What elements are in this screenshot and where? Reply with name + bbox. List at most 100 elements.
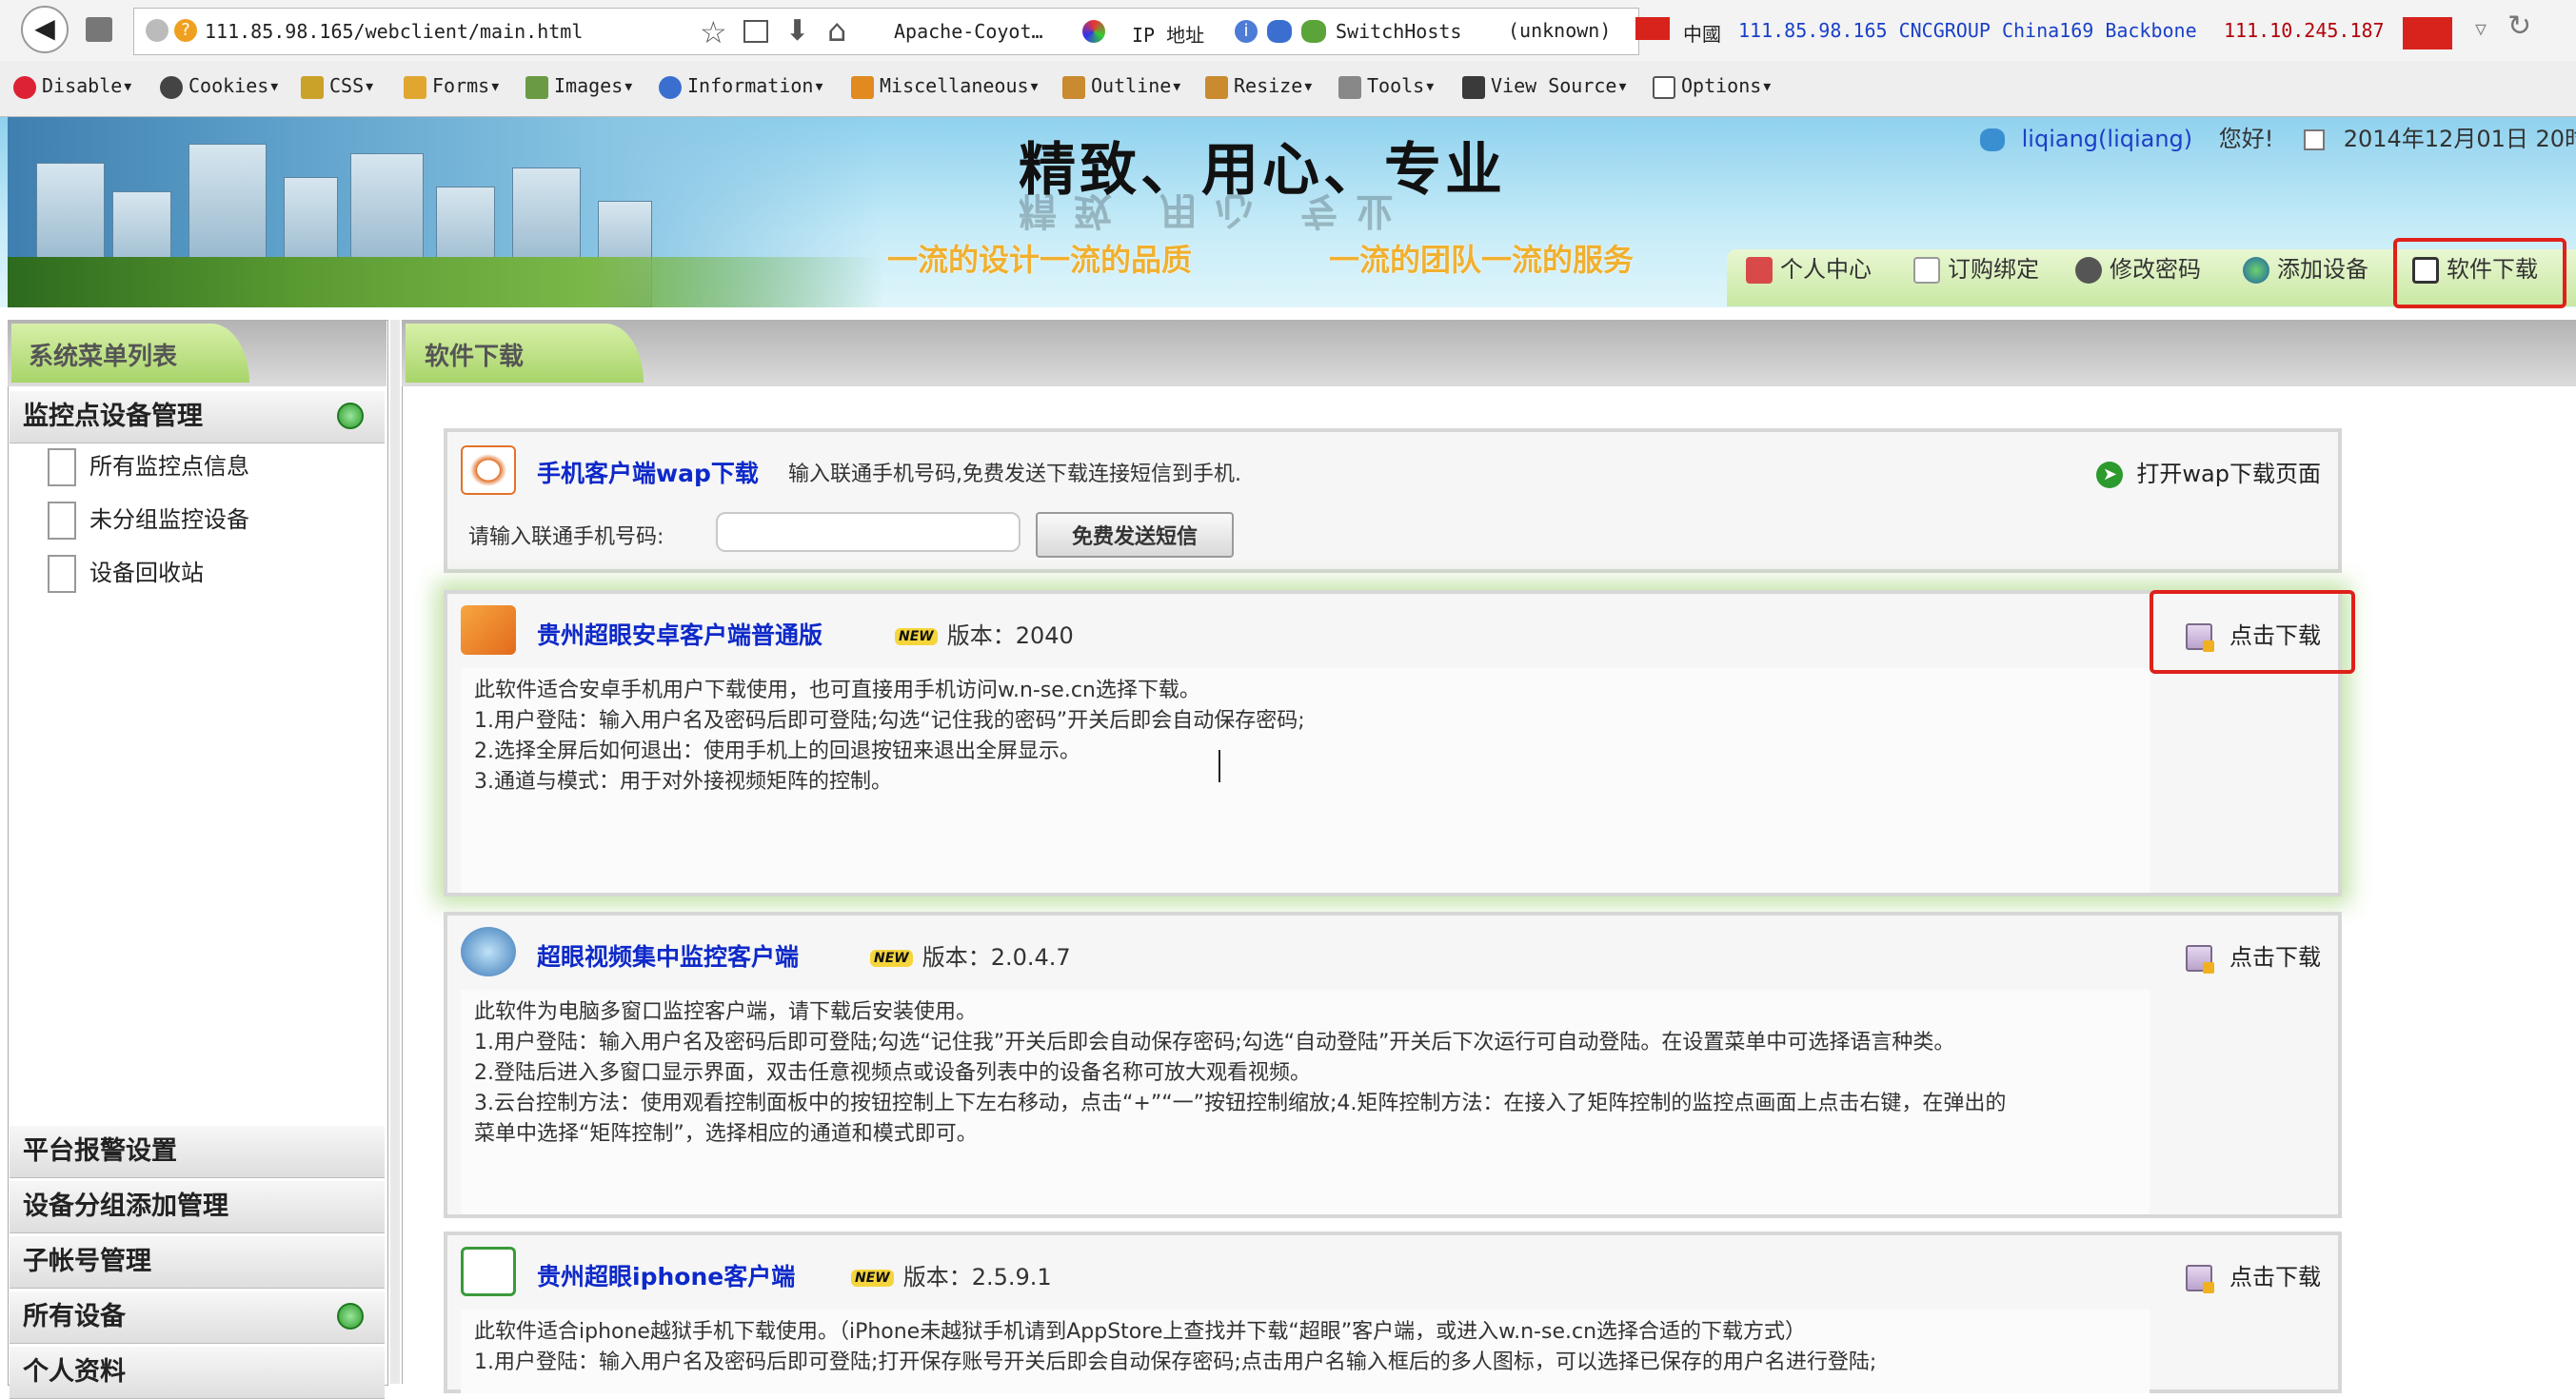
sidebar-item-device-recycle-bin[interactable]: 设备回收站: [48, 552, 204, 594]
sidebar-title: 系统菜单列表: [29, 343, 178, 371]
css-menu[interactable]: CSS▾: [301, 74, 375, 103]
sidebar-group-device-grouping[interactable]: 设备分组添加管理: [10, 1180, 385, 1233]
ip2-label: 111.10.245.187: [2224, 19, 2385, 42]
download-arrow-icon[interactable]: ⬇: [785, 14, 809, 48]
download-icon: [2186, 1265, 2214, 1293]
star-icon[interactable]: ☆: [700, 14, 727, 50]
information-icon: [659, 75, 682, 99]
main-title: 软件下载: [425, 343, 525, 371]
calendar-icon: [2304, 129, 2326, 150]
nav-add-device[interactable]: 添加设备: [2243, 246, 2368, 293]
refresh-icon[interactable]: [337, 403, 364, 429]
card-version: NEW 版本：2040: [895, 617, 1074, 650]
cookies-icon: [160, 75, 183, 99]
sidebar-item-all-monitor-points[interactable]: 所有监控点信息: [48, 445, 249, 487]
android-download-card: 贵州超眼安卓客户端普通版 NEW 版本：2040 点击下载 此软件适合安卓手机用户…: [444, 590, 2342, 897]
resize-icon: [1205, 75, 1228, 99]
view-source-menu[interactable]: View Source▾: [1462, 74, 1629, 103]
images-icon: [525, 75, 548, 99]
phone-input[interactable]: [716, 512, 1020, 552]
user-name[interactable]: liqiang(liqiang): [2022, 126, 2193, 152]
sidebar-item-ungrouped-devices[interactable]: 未分组监控设备: [48, 499, 249, 541]
desc-line: 此软件为电脑多窗口监控客户端，请下载后安装使用。: [474, 1000, 978, 1024]
nav-order-binding[interactable]: 订购绑定: [1913, 246, 2039, 293]
browser-url-bar: ◀ ? 111.85.98.165/webclient/main.html ☆ …: [0, 0, 2576, 62]
back-icon[interactable]: ◀: [21, 6, 69, 53]
refresh-icon[interactable]: [337, 1303, 364, 1330]
sidebar-group-profile[interactable]: 个人资料: [10, 1346, 385, 1399]
dropdown-arrow-icon[interactable]: ▿: [2475, 15, 2487, 42]
cookies-menu[interactable]: Cookies▾: [160, 74, 280, 103]
greeting: 您好!: [2218, 126, 2274, 152]
document-icon: [48, 555, 76, 593]
wap-download-card: 手机客户端wap下载 输入联通手机号码,免费发送下载连接短信到手机. ➤ 打开wa…: [444, 428, 2342, 573]
china-flag-icon: [2403, 17, 2452, 49]
options-menu[interactable]: Options▾: [1653, 74, 1773, 103]
information-menu[interactable]: Information▾: [659, 74, 825, 103]
desc-line: 菜单中选择“矩阵控制”，选择相应的通道和模式即可。: [474, 1122, 978, 1146]
desc-line: 此软件适合iphone越狱手机下载使用。（iPhone未越狱手机请到AppSto…: [474, 1320, 1807, 1344]
open-wap-page-link[interactable]: ➤ 打开wap下载页面: [2096, 455, 2321, 488]
tabs-grid-icon[interactable]: [86, 17, 112, 42]
superse-logo-icon: [461, 445, 516, 495]
main-header: [402, 320, 2576, 386]
reload-icon[interactable]: ↻: [2507, 10, 2531, 43]
pane-splitter[interactable]: [390, 320, 400, 1384]
switchhosts-label[interactable]: SwitchHosts: [1336, 20, 1461, 43]
download-link[interactable]: 点击下载: [2186, 938, 2321, 974]
user-info: liqiang(liqiang) 您好! 2014年12月01日 20时: [1980, 120, 2576, 153]
text-cursor-icon: [1219, 750, 1220, 782]
sidebar-group-all-devices[interactable]: 所有设备: [10, 1291, 385, 1344]
card-version: NEW 版本：2.0.4.7: [870, 938, 1071, 972]
nav-change-password[interactable]: 修改密码: [2075, 246, 2201, 293]
reading-list-icon[interactable]: [743, 20, 768, 43]
trees-image: [8, 257, 883, 307]
download-icon: [2186, 945, 2214, 974]
users-icon: [1980, 128, 2005, 151]
flag-icon: [1635, 17, 1670, 40]
desc-line: 2.选择全屏后如何退出：使用手机上的回退按钮来退出全屏显示。: [474, 739, 1080, 763]
url-field[interactable]: ? 111.85.98.165/webclient/main.html ☆ ⬇ …: [133, 8, 1639, 55]
switchhosts-icon[interactable]: [1301, 20, 1326, 43]
sidebar-group-platform-alarm[interactable]: 平台报警设置: [10, 1125, 385, 1178]
outline-menu[interactable]: Outline▾: [1062, 74, 1182, 103]
house-icon: [1746, 257, 1773, 284]
monitor-client-icon: [461, 927, 516, 976]
miscellaneous-menu[interactable]: Miscellaneous▾: [851, 74, 1040, 103]
iphone-client-icon: [461, 1247, 516, 1296]
card-title[interactable]: 超眼视频集中监控客户端: [537, 938, 799, 973]
home-icon[interactable]: ⌂: [827, 12, 846, 49]
send-sms-button[interactable]: 免费发送短信: [1036, 512, 1234, 558]
view-source-icon: [1462, 75, 1485, 99]
forms-icon: [404, 75, 426, 99]
desc-line: 此软件适合安卓手机用户下载使用，也可直接用手机访问w.n-se.cn选择下载。: [474, 679, 1200, 702]
card-title[interactable]: 贵州超眼iphone客户端: [537, 1258, 795, 1292]
images-menu[interactable]: Images▾: [525, 74, 634, 103]
desc-line: 3.云台控制方法：使用观看控制面板中的按钮控制上下左右移动，点击“+”“一”按钮…: [474, 1092, 2007, 1115]
bird-icon: [1267, 20, 1292, 43]
new-badge: NEW: [851, 1270, 894, 1287]
banner-slogan-reflection: 精致 用心 专业: [1019, 188, 1411, 233]
sidebar-group-monitor[interactable]: 监控点设备管理: [10, 390, 385, 443]
url-text[interactable]: 111.85.98.165/webclient/main.html: [205, 20, 583, 43]
nav-personal-center[interactable]: 个人中心: [1746, 246, 1872, 293]
forms-menu[interactable]: Forms▾: [404, 74, 501, 103]
tools-menu[interactable]: Tools▾: [1338, 74, 1436, 103]
date-text: 2014年12月01日 20时: [2343, 126, 2576, 152]
notepad-icon: [1913, 257, 1940, 284]
card-title[interactable]: 贵州超眼安卓客户端普通版: [537, 617, 822, 651]
users-gear-icon: [2075, 257, 2102, 284]
info-icon[interactable]: i: [1235, 20, 1258, 43]
desc-line: 1.用户登陆：输入用户名及密码后即可登陆;打开保存账号开关后即会自动保存密码;点…: [474, 1350, 1877, 1374]
css-icon: [301, 75, 324, 99]
disable-icon: [13, 75, 36, 99]
sidebar-group-sub-accounts[interactable]: 子帐号管理: [10, 1235, 385, 1289]
disable-menu[interactable]: Disable▾: [13, 74, 133, 103]
wap-title[interactable]: 手机客户端wap下载: [537, 455, 759, 489]
miscellaneous-icon: [851, 75, 874, 99]
location-label: 中國: [1683, 23, 1721, 46]
resize-menu[interactable]: Resize▾: [1205, 74, 1314, 103]
download-link[interactable]: 点击下载: [2186, 1258, 2321, 1293]
banner-tag-left: 一流的设计一流的品质: [887, 242, 1193, 278]
card-description: 此软件为电脑多窗口监控客户端，请下载后安装使用。 1.用户登陆：输入用户名及密码…: [461, 990, 2150, 1214]
